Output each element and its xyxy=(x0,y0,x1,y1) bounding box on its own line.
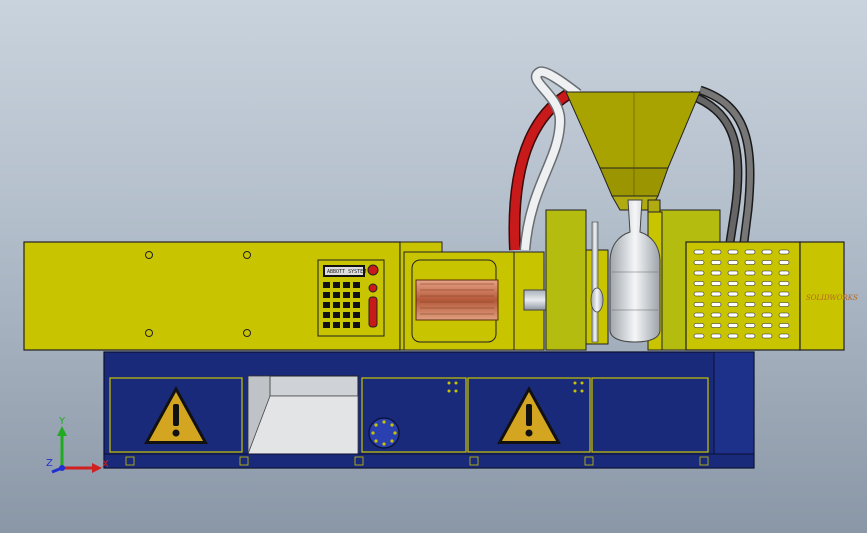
base-door-far-right[interactable] xyxy=(591,377,709,453)
keypad-key[interactable] xyxy=(333,282,340,288)
keypad-key[interactable] xyxy=(323,312,330,318)
red-switch[interactable] xyxy=(368,296,378,328)
vent-slot xyxy=(778,249,790,255)
keypad-key[interactable] xyxy=(353,312,360,318)
vent-slot xyxy=(727,270,739,276)
vent-slot xyxy=(761,323,773,328)
vent-slot xyxy=(761,291,773,297)
vent-slot xyxy=(744,302,756,307)
vent-slot xyxy=(744,291,756,297)
vent-slot xyxy=(727,249,739,255)
vent-slot xyxy=(778,260,790,265)
vent-slot xyxy=(727,281,739,286)
vent-slot xyxy=(744,260,756,265)
hopper xyxy=(565,91,701,213)
vent-slot xyxy=(778,270,790,276)
vent-slot xyxy=(778,312,790,318)
keypad-key[interactable] xyxy=(353,302,360,308)
vent-slot xyxy=(710,312,722,318)
vent-slot xyxy=(727,333,739,339)
keypad-key[interactable] xyxy=(323,322,330,328)
vent-slot xyxy=(744,249,756,255)
vent-slot xyxy=(727,302,739,307)
vent-slot xyxy=(693,302,705,307)
vent-slot xyxy=(744,281,756,286)
vent-slot xyxy=(693,260,705,265)
vent-cabinet: SOLIDWORKS xyxy=(685,241,858,351)
vent-slot xyxy=(744,270,756,276)
vent-slot xyxy=(693,312,705,318)
keypad-key[interactable] xyxy=(343,282,350,288)
keypad-key[interactable] xyxy=(333,312,340,318)
red-button-1[interactable] xyxy=(367,264,379,276)
vent-slot xyxy=(761,312,773,318)
vent-slot xyxy=(710,333,722,339)
vent-slot xyxy=(744,323,756,328)
y-axis-label: Y xyxy=(58,416,66,427)
vent-slot xyxy=(710,281,722,286)
z-axis-label: Z xyxy=(46,458,53,469)
vent-slot xyxy=(710,270,722,276)
vent-slot xyxy=(693,249,705,255)
vent-slot xyxy=(727,312,739,318)
connector-icon xyxy=(368,417,400,449)
vent-slot xyxy=(710,291,722,297)
nozzle xyxy=(523,289,547,311)
vent-slot xyxy=(693,281,705,286)
axis-triad[interactable]: Y X Z xyxy=(46,416,109,474)
cad-viewport[interactable]: ABBOTT SYSTEM SOLIDWORKS Y X Z xyxy=(0,0,867,533)
keypad-key[interactable] xyxy=(353,282,360,288)
vent-slot xyxy=(778,323,790,328)
vent-slot xyxy=(761,260,773,265)
keypad-key[interactable] xyxy=(343,312,350,318)
vent-slot xyxy=(778,333,790,339)
vent-slot xyxy=(727,260,739,265)
keypad-key[interactable] xyxy=(323,292,330,298)
keypad-key[interactable] xyxy=(343,302,350,308)
vent-slot xyxy=(710,323,722,328)
control-panel[interactable]: ABBOTT SYSTEM xyxy=(317,259,385,337)
vent-slot xyxy=(761,333,773,339)
vent-slot xyxy=(693,291,705,297)
vent-slot xyxy=(710,260,722,265)
vent-slot xyxy=(761,302,773,307)
vent-slot xyxy=(761,281,773,286)
keypad-key[interactable] xyxy=(343,292,350,298)
vent-slot xyxy=(727,323,739,328)
vent-slot xyxy=(778,281,790,286)
keypad-key[interactable] xyxy=(333,292,340,298)
machine-drawing: ABBOTT SYSTEM SOLIDWORKS Y X Z xyxy=(23,66,858,474)
keypad-key[interactable] xyxy=(323,282,330,288)
keypad-key[interactable] xyxy=(333,322,340,328)
panel-display-text: ABBOTT SYSTEM xyxy=(327,269,366,275)
vent-slot xyxy=(778,302,790,307)
vent-slot xyxy=(710,249,722,255)
barrel-housing xyxy=(399,241,547,351)
keypad-key[interactable] xyxy=(343,322,350,328)
keypad-key[interactable] xyxy=(323,302,330,308)
vent-slot xyxy=(761,270,773,276)
heater-logo: SOLIDWORKS xyxy=(806,294,858,302)
red-button-2[interactable] xyxy=(368,283,378,293)
keypad-key[interactable] xyxy=(353,292,360,298)
vent-slot xyxy=(693,333,705,339)
vent-slot xyxy=(727,291,739,297)
machine-base xyxy=(103,351,755,469)
vent-slot xyxy=(710,302,722,307)
vent-slot xyxy=(693,270,705,276)
vent-slot xyxy=(778,291,790,297)
vent-slot xyxy=(693,323,705,328)
keypad-key[interactable] xyxy=(333,302,340,308)
vent-slot xyxy=(761,249,773,255)
keypad-key[interactable] xyxy=(353,322,360,328)
vent-slot xyxy=(744,312,756,318)
x-axis-label: X xyxy=(102,459,109,470)
vent-slot xyxy=(744,333,756,339)
